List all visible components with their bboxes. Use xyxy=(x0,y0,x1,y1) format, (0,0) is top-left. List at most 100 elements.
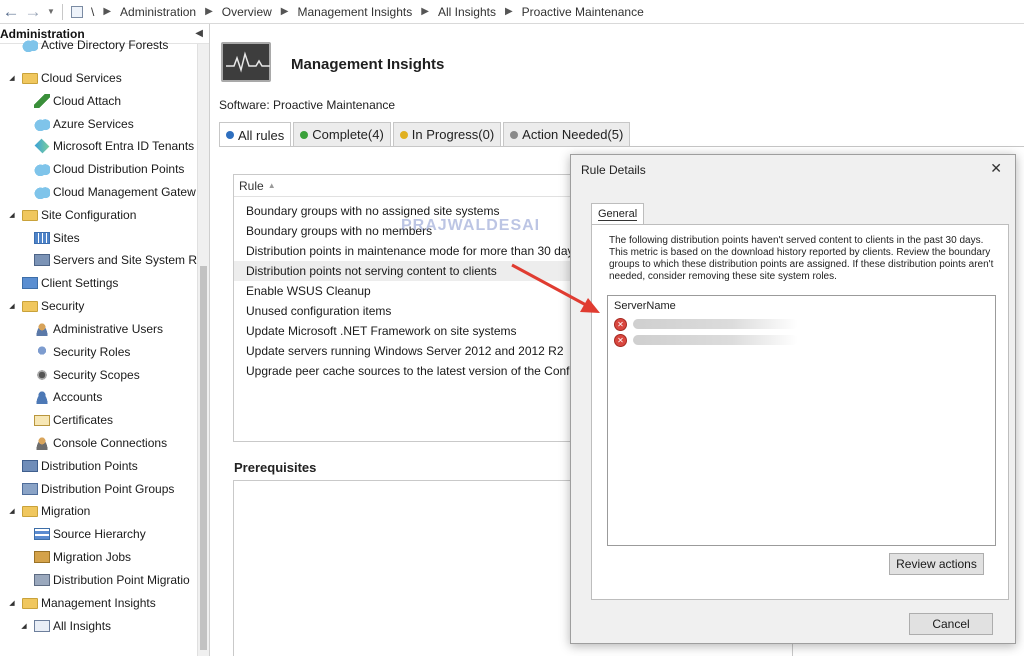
sidebar-item-label: Active Directory Forests xyxy=(41,38,169,52)
tab-label: In Progress(0) xyxy=(411,127,495,142)
breadcrumb: \ ▶ Administration ▶ Overview ▶ Manageme… xyxy=(91,5,644,19)
sidebar-item-label: Cloud Attach xyxy=(53,94,122,108)
complete-status-icon xyxy=(300,130,309,139)
breadcrumb-separator-icon[interactable]: ▶ xyxy=(281,6,289,17)
breadcrumb-separator-icon[interactable]: ▶ xyxy=(205,6,213,17)
sidebar-item-cloud-attach[interactable]: Cloud Attach xyxy=(34,91,121,111)
navigation-pane: Administration ◀ Active Directory Forest… xyxy=(0,24,210,656)
sidebar-item-label: Distribution Points xyxy=(41,459,138,473)
sidebar-item-certificates[interactable]: Certificates xyxy=(34,410,113,430)
sidebar-item-cloud-management-gateway[interactable]: Cloud Management Gatew xyxy=(34,182,196,202)
tab-general[interactable]: General xyxy=(591,203,645,225)
sidebar-item-servers-site-system-roles[interactable]: Servers and Site System Ro xyxy=(34,250,204,270)
sidebar-item-security-roles[interactable]: Security Roles xyxy=(34,342,130,362)
forward-arrow-icon[interactable]: → xyxy=(22,1,44,23)
sidebar-item-label: All Insights xyxy=(53,619,112,633)
breadcrumb-item[interactable]: Proactive Maintenance xyxy=(522,5,644,19)
tab-divider xyxy=(219,146,1024,147)
sidebar-item-management-insights[interactable]: ◢ Management Insights xyxy=(6,593,156,613)
cancel-button[interactable]: Cancel xyxy=(909,613,993,635)
sidebar-item-label: Management Insights xyxy=(41,596,156,610)
server-row[interactable]: ✕ xyxy=(608,316,995,332)
server-column-header[interactable]: ServerName xyxy=(608,296,995,316)
rule-description: The following distribution points haven'… xyxy=(609,235,994,282)
sidebar-item-distribution-point-groups[interactable]: Distribution Point Groups xyxy=(22,479,174,499)
breadcrumb-item[interactable]: Management Insights xyxy=(298,5,413,19)
sidebar-scrollbar[interactable] xyxy=(197,44,209,656)
server-row[interactable]: ✕ xyxy=(608,332,995,348)
tab-label: Complete(4) xyxy=(312,127,384,142)
back-arrow-icon[interactable]: ← xyxy=(0,1,22,23)
sidebar-item-label: Administrative Users xyxy=(53,322,164,336)
server-column-label: ServerName xyxy=(614,300,676,312)
breadcrumb-item[interactable]: All Insights xyxy=(438,5,496,19)
sidebar-item-migration-jobs[interactable]: Migration Jobs xyxy=(34,547,131,567)
sidebar-item-sites[interactable]: Sites xyxy=(34,228,80,248)
breadcrumb-item[interactable]: Administration xyxy=(120,5,196,19)
sidebar-item-cloud-distribution-points[interactable]: Cloud Distribution Points xyxy=(34,159,184,179)
sidebar-item-dp-migration[interactable]: Distribution Point Migratio xyxy=(34,570,190,590)
sidebar-item-label: Cloud Services xyxy=(41,71,122,85)
plug-icon xyxy=(34,94,50,108)
history-dropdown-icon[interactable]: ▼ xyxy=(44,7,58,16)
tab-all-rules[interactable]: All rules xyxy=(219,122,292,147)
sidebar-item-label: Source Hierarchy xyxy=(53,527,146,541)
dialog-title: Rule Details xyxy=(581,163,646,177)
sidebar-item-azure-services[interactable]: Azure Services xyxy=(34,114,134,134)
sidebar-item-administrative-users[interactable]: Administrative Users xyxy=(34,319,163,339)
sidebar-item-console-connections[interactable]: Console Connections xyxy=(34,433,167,453)
sidebar-item-label: Azure Services xyxy=(53,117,134,131)
tab-complete[interactable]: Complete(4) xyxy=(293,122,391,146)
expanded-icon[interactable]: ◢ xyxy=(6,302,18,310)
sidebar-item-label: Security Scopes xyxy=(53,368,140,382)
sidebar-item-cloud-services[interactable]: ◢ Cloud Services xyxy=(6,68,122,88)
sidebar-item-label: Microsoft Entra ID Tenants xyxy=(53,139,195,153)
page-title: Management Insights xyxy=(291,56,445,73)
sidebar-item-accounts[interactable]: Accounts xyxy=(34,387,102,407)
sidebar-item-active-directory-forests[interactable]: Active Directory Forests xyxy=(22,36,168,52)
expanded-icon[interactable]: ◢ xyxy=(6,507,18,515)
sidebar-item-migration[interactable]: ◢ Migration xyxy=(6,501,90,521)
sidebar-item-all-insights[interactable]: ◢ All Insights xyxy=(18,616,111,636)
breadcrumb-separator-icon[interactable]: ▶ xyxy=(505,6,513,17)
close-icon[interactable]: ✕ xyxy=(990,160,1002,177)
console-root-icon xyxy=(71,5,83,18)
rule-details-dialog: Rule Details ✕ General The following dis… xyxy=(570,154,1016,644)
sidebar-item-label: Accounts xyxy=(53,390,103,404)
redacted-server-name xyxy=(633,335,798,345)
server-icon xyxy=(34,254,50,266)
tab-action-needed[interactable]: Action Needed(5) xyxy=(503,122,631,146)
expanded-icon[interactable]: ◢ xyxy=(6,74,18,82)
sidebar-item-label: Distribution Point Migratio xyxy=(53,573,190,587)
sidebar-item-entra-tenants[interactable]: Microsoft Entra ID Tenants xyxy=(34,136,194,156)
breadcrumb-root[interactable]: \ xyxy=(91,5,94,19)
sidebar-item-source-hierarchy[interactable]: Source Hierarchy xyxy=(34,524,146,544)
expanded-icon[interactable]: ◢ xyxy=(18,622,30,630)
sidebar-item-security[interactable]: ◢ Security xyxy=(6,296,84,316)
breadcrumb-item[interactable]: Overview xyxy=(222,5,272,19)
error-icon: ✕ xyxy=(614,317,627,331)
management-insights-icon xyxy=(221,42,271,82)
sidebar-item-label: Cloud Distribution Points xyxy=(53,162,185,176)
sidebar-item-client-settings[interactable]: Client Settings xyxy=(22,273,118,293)
breadcrumb-separator-icon[interactable]: ▶ xyxy=(103,6,111,17)
users-icon xyxy=(34,322,50,336)
expanded-icon[interactable]: ◢ xyxy=(6,599,18,607)
all-rules-status-icon xyxy=(226,131,234,139)
console-icon xyxy=(34,436,50,450)
expanded-icon[interactable]: ◢ xyxy=(6,211,18,219)
dp-migration-icon xyxy=(34,574,50,586)
sidebar-item-site-configuration[interactable]: ◢ Site Configuration xyxy=(6,205,136,225)
breadcrumb-separator-icon[interactable]: ▶ xyxy=(421,6,429,17)
collapse-pane-icon[interactable]: ◀ xyxy=(195,28,203,39)
sidebar-scrollbar-thumb[interactable] xyxy=(200,266,207,650)
sidebar-item-distribution-points[interactable]: Distribution Points xyxy=(22,456,138,476)
sidebar-item-security-scopes[interactable]: Security Scopes xyxy=(34,365,140,385)
review-actions-button[interactable]: Review actions xyxy=(889,553,984,575)
folder-icon xyxy=(22,597,38,609)
account-icon xyxy=(34,390,50,404)
cloud-icon xyxy=(34,185,50,199)
jobs-icon xyxy=(34,551,50,563)
tab-in-progress[interactable]: In Progress(0) xyxy=(392,122,502,146)
sidebar-item-label: Site Configuration xyxy=(41,208,137,222)
